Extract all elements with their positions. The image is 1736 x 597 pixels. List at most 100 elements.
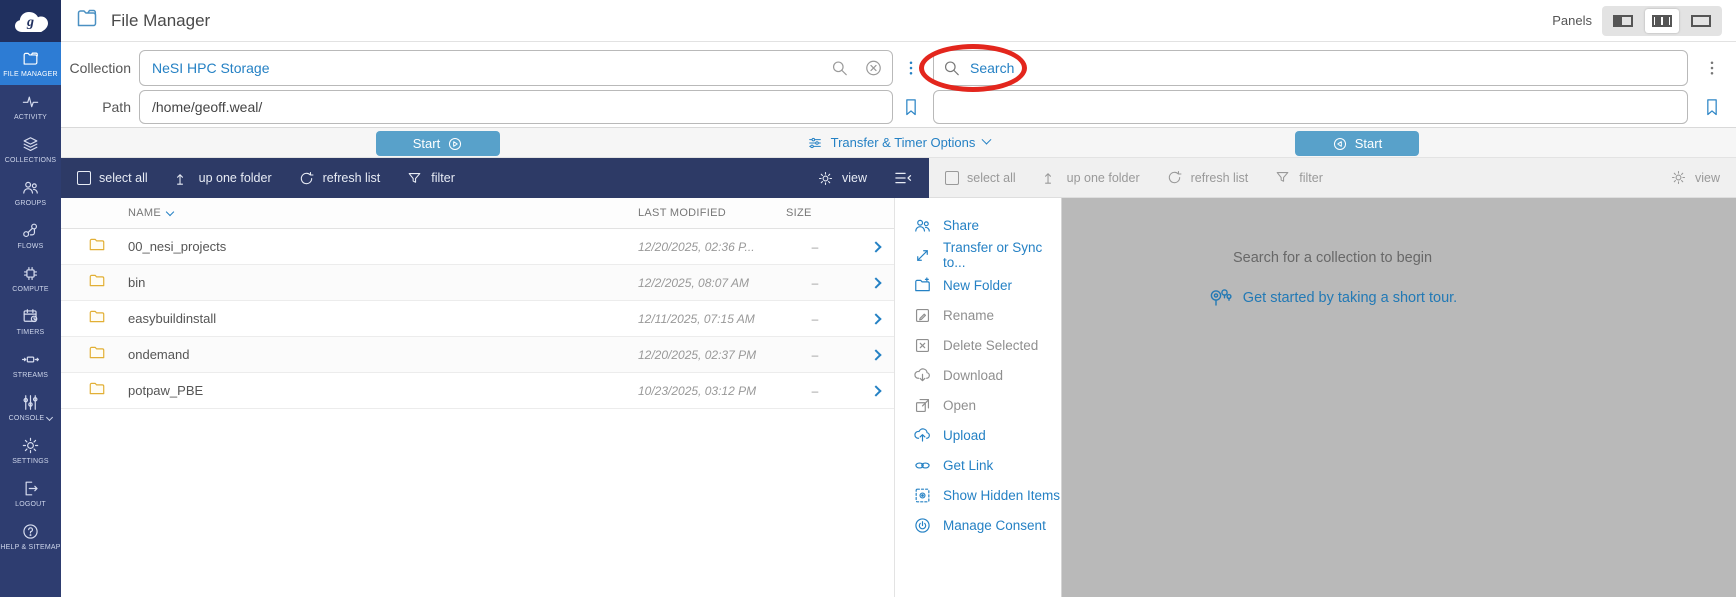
table-row[interactable]: 00_nesi_projects 12/20/2025, 02:36 P... … <box>61 229 894 265</box>
bookmark-icon[interactable] <box>893 97 929 117</box>
clear-collection-icon[interactable] <box>864 59 883 78</box>
file-name: potpaw_PBE <box>128 383 204 398</box>
table-row[interactable]: easybuildinstall 12/11/2025, 07:15 AM – <box>61 301 894 337</box>
tour-pins-icon <box>1210 289 1232 306</box>
folder-icon <box>86 307 128 331</box>
source-toolbar: select all up one folder refresh list fi… <box>61 158 929 198</box>
refresh-list-button[interactable]: refresh list <box>298 170 381 187</box>
filter-button[interactable]: filter <box>406 170 455 187</box>
column-header-size[interactable]: SIZE <box>786 207 844 219</box>
select-all-button[interactable]: select all <box>945 170 1016 185</box>
file-modified: 12/11/2025, 07:15 AM <box>638 311 755 326</box>
download-menu-item[interactable]: Download <box>895 360 1061 390</box>
sidebar-item-file-manager[interactable]: FILE MANAGER <box>0 42 61 85</box>
delete-x-icon <box>915 338 930 352</box>
sidebar-item-settings[interactable]: SETTINGS <box>0 429 61 472</box>
sidebar-item-timers[interactable]: TIMERS <box>0 300 61 343</box>
view-button[interactable]: view <box>1670 169 1720 186</box>
destination-path-input[interactable] <box>933 90 1688 124</box>
sidebar-item-activity[interactable]: ACTIVITY <box>0 85 61 128</box>
view-label: view <box>1694 170 1720 185</box>
transfer-or-sync-menu-item[interactable]: Transfer or Sync to... <box>895 240 1061 270</box>
panel-layout-single-button[interactable] <box>1684 9 1718 33</box>
sidebar-item-groups[interactable]: GROUPS <box>0 171 61 214</box>
refresh-list-button[interactable]: refresh list <box>1166 169 1248 186</box>
calendar-clock-icon <box>23 308 38 322</box>
sidebar-item-logout[interactable]: LOGOUT <box>0 472 61 515</box>
collapse-panel-icon[interactable] <box>893 168 913 188</box>
logout-icon <box>25 481 38 496</box>
transfer-inputs-section: Collection Path <box>61 42 1736 127</box>
empty-state-text: Search for a collection to begin <box>1232 250 1433 266</box>
globus-file-manager-app: g FILE MANAGER ACTIVITY COLLECTIONS GROU… <box>0 0 1736 597</box>
upload-menu-item[interactable]: Upload <box>895 420 1061 450</box>
chevron-right-icon <box>870 240 882 253</box>
start-transfer-right-button[interactable]: Start <box>1295 131 1419 156</box>
select-all-button[interactable]: select all <box>77 171 148 185</box>
search-icon <box>942 59 961 78</box>
menu-item-label: Show Hidden Items <box>943 487 1061 503</box>
column-header-last-modified[interactable]: LAST MODIFIED <box>638 207 786 219</box>
file-name: easybuildinstall <box>128 311 217 326</box>
transfer-options-bar: Start Transfer & Timer Options Start <box>61 127 1736 158</box>
sidebar-item-compute[interactable]: COMPUTE <box>0 257 61 300</box>
panel-layout-dual-button[interactable] <box>1645 8 1679 33</box>
transfer-arrows-icon <box>917 249 928 261</box>
open-menu-item[interactable]: Open <box>895 390 1061 420</box>
search-collection-input[interactable] <box>933 50 1688 86</box>
share-menu-item[interactable]: Share <box>895 210 1061 240</box>
collection-label: Collection <box>69 60 131 76</box>
collection-kebab-menu[interactable] <box>893 59 929 77</box>
sidebar-item-label: HELP & SITEMAP <box>0 543 61 551</box>
table-row[interactable]: ondemand 12/20/2025, 02:37 PM – <box>61 337 894 373</box>
filter-button[interactable]: filter <box>1274 169 1323 186</box>
table-row[interactable]: potpaw_PBE 10/23/2025, 03:12 PM – <box>61 373 894 409</box>
sidebar-item-label: FILE MANAGER <box>3 70 58 78</box>
sidebar-item-help-sitemap[interactable]: HELP & SITEMAP <box>0 515 61 558</box>
open-folder-chevron[interactable] <box>844 348 882 361</box>
sidebar-item-console[interactable]: CONSOLE <box>0 386 61 429</box>
view-label: view <box>841 171 867 185</box>
get-link-menu-item[interactable]: Get Link <box>895 450 1061 480</box>
path-label: Path <box>102 99 131 115</box>
manage-consent-menu-item[interactable]: Manage Consent <box>895 510 1061 540</box>
filter-label: filter <box>1299 170 1323 185</box>
sidebar-item-streams[interactable]: STREAMS <box>0 343 61 386</box>
new-folder-menu-item[interactable]: New Folder <box>895 270 1061 300</box>
svg-text:g: g <box>26 15 34 30</box>
transfer-timer-options-toggle[interactable]: Transfer & Timer Options <box>61 128 1736 157</box>
globus-logo[interactable]: g <box>0 0 61 42</box>
path-input[interactable] <box>139 90 893 124</box>
tour-link[interactable]: Get started by taking a short tour. <box>1208 286 1457 310</box>
sidebar-item-flows[interactable]: FLOWS <box>0 214 61 257</box>
view-button[interactable]: view <box>817 170 867 187</box>
filter-funnel-icon <box>1276 172 1289 182</box>
up-one-folder-button[interactable]: up one folder <box>174 170 272 187</box>
panel-layout-single-left-button[interactable] <box>1606 9 1640 33</box>
open-folder-chevron[interactable] <box>844 384 882 397</box>
start-button-label: Start <box>1354 136 1383 151</box>
refresh-list-label: refresh list <box>322 171 381 185</box>
destination-kebab-menu[interactable] <box>1688 59 1736 77</box>
bookmark-icon[interactable] <box>1688 97 1736 117</box>
open-folder-chevron[interactable] <box>844 240 882 253</box>
open-folder-chevron[interactable] <box>844 312 882 325</box>
tour-link-label: Get started by taking a short tour. <box>1242 290 1458 306</box>
new-folder-icon <box>915 276 930 291</box>
column-header-name[interactable]: NAME <box>128 207 638 219</box>
folder-icon <box>86 343 128 367</box>
delete-selected-menu-item[interactable]: Delete Selected <box>895 330 1061 360</box>
up-one-folder-button[interactable]: up one folder <box>1042 169 1140 186</box>
file-size: – <box>811 383 819 398</box>
show-hidden-items-menu-item[interactable]: Show Hidden Items <box>895 480 1061 510</box>
file-size: – <box>811 275 819 290</box>
rename-menu-item[interactable]: Rename <box>895 300 1061 330</box>
chevron-right-icon <box>870 384 882 397</box>
collection-input[interactable] <box>139 50 893 86</box>
table-row[interactable]: bin 12/2/2025, 08:07 AM – <box>61 265 894 301</box>
search-icon[interactable] <box>830 59 849 78</box>
sidebar-item-collections[interactable]: COLLECTIONS <box>0 128 61 171</box>
hidden-eye-icon <box>915 488 930 502</box>
open-folder-chevron[interactable] <box>844 276 882 289</box>
menu-item-label: Delete Selected <box>943 337 1039 353</box>
